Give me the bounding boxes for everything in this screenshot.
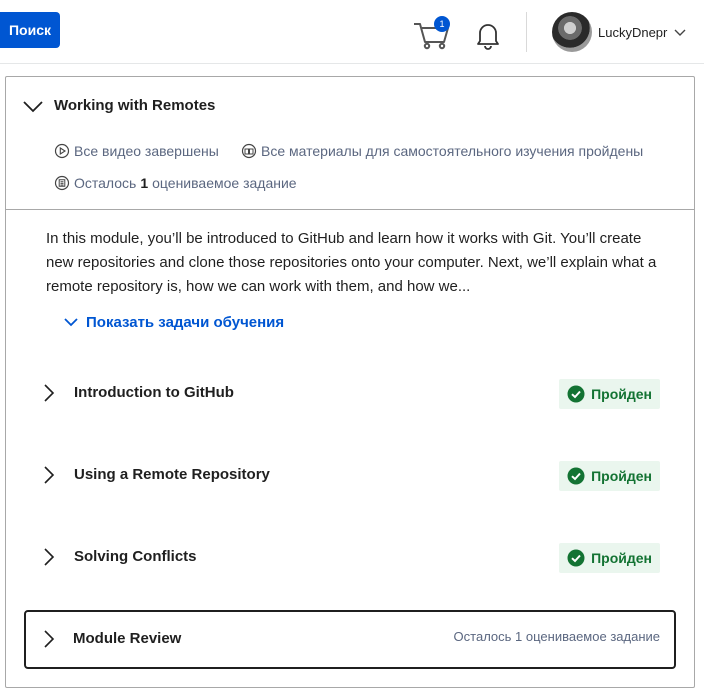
remaining-count: 1 bbox=[140, 175, 149, 191]
chevron-down-icon bbox=[674, 29, 686, 36]
check-circle-icon bbox=[567, 549, 585, 567]
module-header: Working with Remotes Все видео завершены… bbox=[6, 77, 694, 210]
chevron-right-icon bbox=[44, 384, 55, 402]
status-badge: Пройден bbox=[559, 543, 660, 573]
status-text: Пройден bbox=[591, 386, 652, 402]
user-menu[interactable]: LuckyDnepr bbox=[552, 12, 687, 52]
lesson-item[interactable]: Using a Remote Repository Пройден bbox=[24, 445, 676, 507]
reading-icon bbox=[241, 143, 257, 159]
lesson-title: Module Review bbox=[73, 630, 182, 647]
remaining-prefix: Осталось bbox=[74, 175, 137, 191]
search-button[interactable]: Поиск bbox=[0, 12, 60, 48]
header-divider bbox=[526, 12, 527, 52]
remaining-suffix: оцениваемое задание bbox=[152, 175, 297, 191]
lesson-item[interactable]: Introduction to GitHub Пройден bbox=[24, 363, 676, 425]
learning-link-label: Показать задачи обучения bbox=[86, 313, 285, 331]
module-description: In this module, you’ll be introduced to … bbox=[46, 230, 657, 295]
cart-button[interactable]: 1 bbox=[412, 16, 452, 50]
videos-status: Все видео завершены bbox=[54, 143, 219, 159]
status-text: Пройден bbox=[591, 550, 652, 566]
graded-remaining: Осталось 1 оцениваемое задание bbox=[54, 175, 297, 191]
lesson-title: Solving Conflicts bbox=[74, 548, 197, 565]
chevron-down-icon[interactable] bbox=[21, 95, 45, 119]
lesson-title: Introduction to GitHub bbox=[74, 384, 234, 401]
remaining-assignments: Осталось 1 оцениваемое задание bbox=[453, 629, 660, 644]
chevron-right-icon bbox=[44, 548, 55, 566]
assignment-icon bbox=[54, 175, 70, 191]
lesson-item-module-review[interactable]: Module Review Осталось 1 оцениваемое зад… bbox=[24, 610, 676, 669]
bell-icon bbox=[477, 24, 499, 50]
username: LuckyDnepr bbox=[598, 24, 668, 40]
lesson-item[interactable]: Solving Conflicts Пройден bbox=[24, 527, 676, 589]
lesson-title: Using a Remote Repository bbox=[74, 466, 270, 483]
status-text: Пройден bbox=[591, 468, 652, 484]
chevron-right-icon bbox=[44, 630, 55, 648]
check-circle-icon bbox=[567, 467, 585, 485]
status-badge: Пройден bbox=[559, 379, 660, 409]
materials-status-text: Все материалы для самостоятельного изуче… bbox=[261, 143, 644, 159]
materials-status: Все материалы для самостоятельного изуче… bbox=[241, 143, 643, 159]
cart-count-badge: 1 bbox=[434, 16, 450, 32]
check-circle-icon bbox=[567, 385, 585, 403]
notifications-button[interactable] bbox=[474, 20, 502, 50]
chevron-right-icon bbox=[44, 466, 55, 484]
play-circle-icon bbox=[54, 143, 70, 159]
videos-status-text: Все видео завершены bbox=[74, 143, 219, 159]
show-learning-objectives-link[interactable]: Показать задачи обучения bbox=[62, 313, 284, 331]
top-header: Поиск 1 LuckyDnepr bbox=[0, 0, 704, 64]
avatar bbox=[552, 12, 592, 52]
module-card: Working with Remotes Все видео завершены… bbox=[5, 76, 695, 688]
status-badge: Пройден bbox=[559, 461, 660, 491]
chevron-down-icon bbox=[64, 318, 78, 327]
module-title[interactable]: Working with Remotes bbox=[54, 97, 215, 114]
